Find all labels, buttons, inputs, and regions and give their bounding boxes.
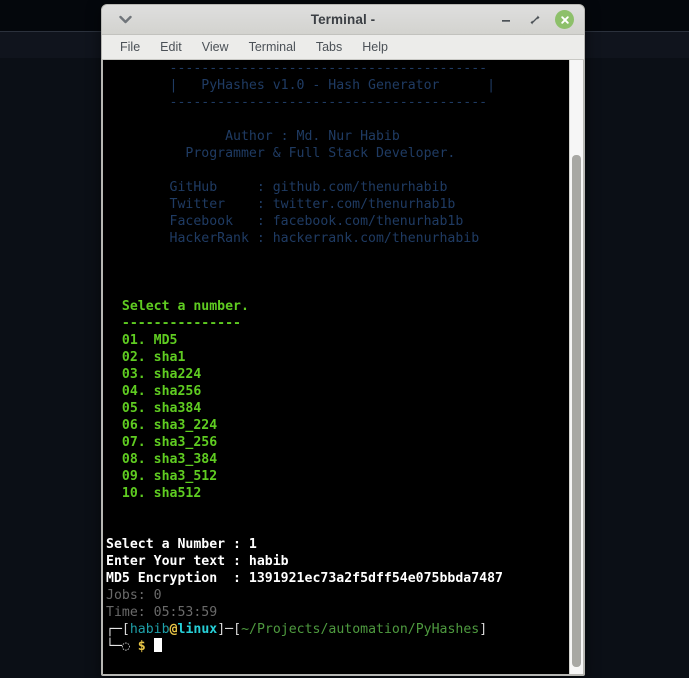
link-label-twitter: Twitter : (106, 197, 273, 212)
prompt-user: habib (129, 622, 170, 637)
prompt-host: linux (177, 622, 218, 637)
menu-option-sha256[interactable]: 04. sha256 (106, 384, 201, 399)
terminal-output-area[interactable]: ----------------------------------------… (103, 60, 569, 674)
close-button[interactable] (555, 10, 574, 29)
result-label: MD5 Encryption : (106, 571, 249, 586)
enter-text-prompt: Enter Your text : (106, 554, 249, 569)
menu-option-sha1[interactable]: 02. sha1 (106, 350, 186, 365)
terminal-viewport: ----------------------------------------… (102, 60, 584, 675)
link-value-facebook[interactable]: facebook.com/thenurhab1b (273, 214, 464, 229)
time-line: Time: 05:53:59 (106, 605, 218, 620)
link-label-hackerrank: HackerRank : (106, 231, 273, 246)
terminal-window: Terminal - File Edit View Terminal Tabs … (101, 4, 585, 676)
text-cursor[interactable] (153, 638, 162, 652)
menu-option-sha224[interactable]: 03. sha224 (106, 367, 201, 382)
window-controls (497, 10, 584, 29)
menu-heading: Select a number. (106, 299, 249, 314)
link-value-hackerrank[interactable]: hackerrank.com/thenurhabib (273, 231, 479, 246)
menu-option-sha512[interactable]: 10. sha512 (106, 486, 201, 501)
prompt-dash: ─ (225, 622, 234, 637)
scrollbar-thumb[interactable] (572, 155, 581, 667)
menubar: File Edit View Terminal Tabs Help (102, 35, 584, 60)
banner-author: Author : Md. Nur Habib (106, 129, 400, 144)
prompt-branch-top: ┌─ (106, 622, 122, 637)
chevron-down-icon[interactable] (108, 9, 142, 31)
menu-option-sha3-512[interactable]: 09. sha3_512 (106, 469, 217, 484)
select-number-prompt: Select a Number : (106, 537, 249, 552)
menu-item-help[interactable]: Help (352, 38, 398, 56)
menu-option-sha3-224[interactable]: 06. sha3_224 (106, 418, 217, 433)
result-hash-value[interactable]: 1391921ec73a2f5dff54e075bbda7487 (249, 571, 503, 586)
prompt-dot-icon: ◌ (121, 639, 130, 654)
menu-option-sha3-384[interactable]: 08. sha3_384 (106, 452, 217, 467)
banner-title-line: | PyHashes v1.0 - Hash Generator | (106, 78, 496, 93)
link-label-github: GitHub : (106, 180, 273, 195)
prompt-at-symbol: @ (169, 622, 178, 637)
menu-option-md5[interactable]: 01. MD5 (106, 333, 178, 348)
select-number-value: 1 (248, 537, 257, 552)
banner-rule-top: ---------------------------------------- (106, 61, 488, 76)
menu-rule: --------------- (106, 316, 241, 331)
prompt-bracket-open: [ (121, 622, 130, 637)
enter-text-value: habib (248, 554, 289, 569)
menu-option-sha384[interactable]: 05. sha384 (106, 401, 201, 416)
menu-item-view[interactable]: View (192, 38, 239, 56)
prompt-bracket-close: ] (217, 622, 226, 637)
minimize-button[interactable] (497, 11, 515, 29)
banner-role: Programmer & Full Stack Developer. (106, 146, 456, 161)
terminal-scrollbar[interactable] (569, 60, 583, 674)
prompt-path-bracket-open: [ (233, 622, 242, 637)
jobs-line: Jobs: 0 (106, 588, 162, 603)
terminal-buffer: ----------------------------------------… (103, 60, 569, 655)
prompt-dollar-symbol: $ (137, 639, 146, 654)
window-titlebar[interactable]: Terminal - (102, 5, 584, 35)
menu-item-terminal[interactable]: Terminal (239, 38, 306, 56)
prompt-path: ~/Projects/automation/PyHashes (241, 622, 480, 637)
link-label-facebook: Facebook : (106, 214, 273, 229)
menu-item-edit[interactable]: Edit (150, 38, 192, 56)
menu-item-tabs[interactable]: Tabs (306, 38, 352, 56)
menu-option-sha3-256[interactable]: 07. sha3_256 (106, 435, 217, 450)
menu-item-file[interactable]: File (110, 38, 150, 56)
link-value-github[interactable]: github.com/thenurhabib (273, 180, 448, 195)
maximize-button[interactable] (526, 11, 544, 29)
prompt-path-bracket-close: ] (479, 622, 488, 637)
banner-rule-bottom: ---------------------------------------- (106, 95, 488, 110)
link-value-twitter[interactable]: twitter.com/thenurhab1b (273, 197, 456, 212)
prompt-branch-bottom: └─ (106, 639, 122, 654)
